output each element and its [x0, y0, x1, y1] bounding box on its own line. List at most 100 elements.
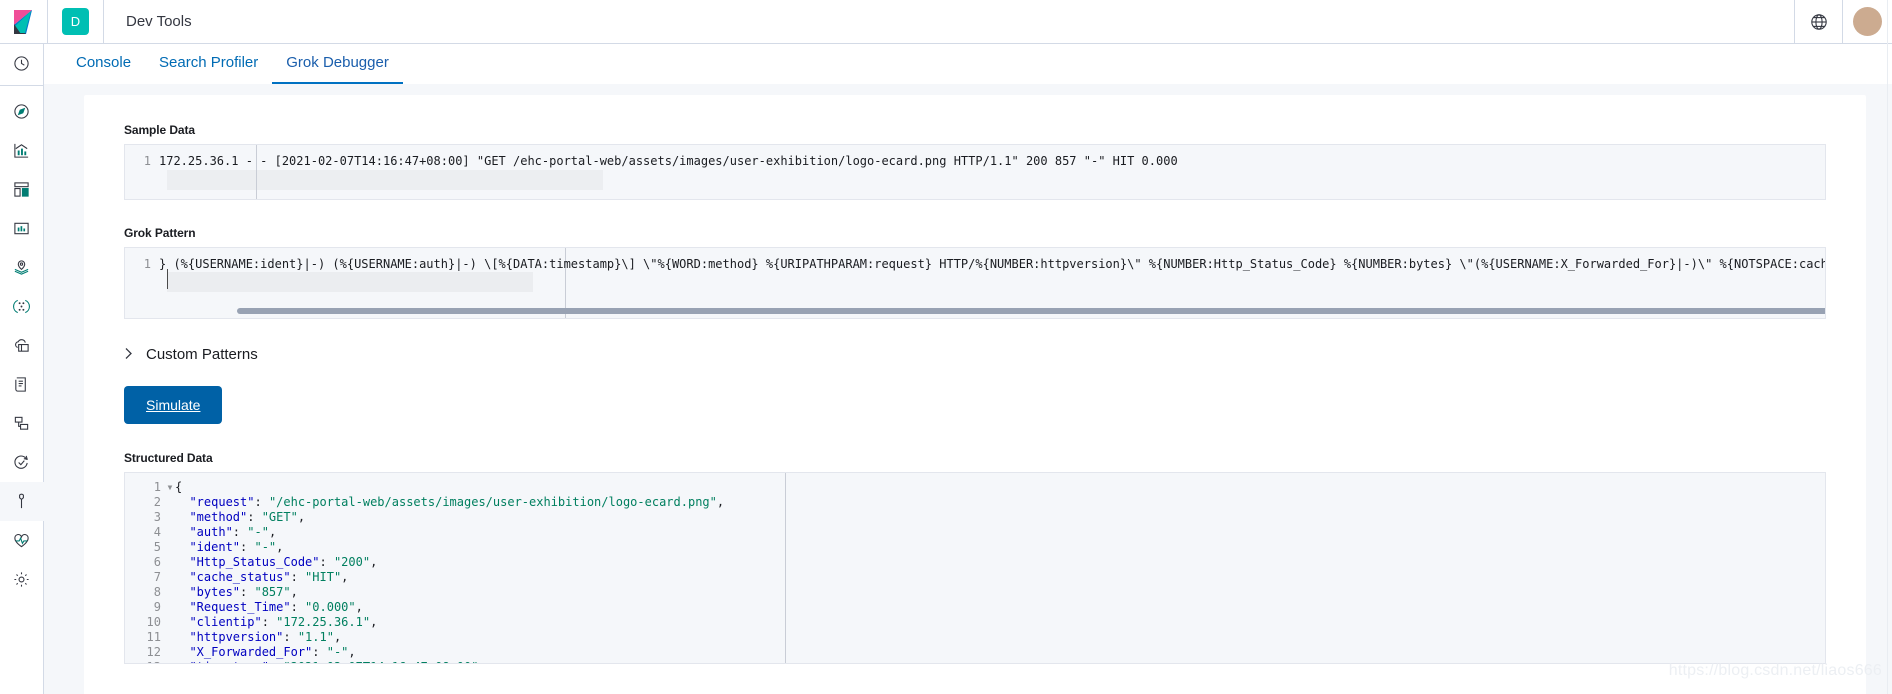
sidebar-item-monitoring[interactable]: [0, 521, 44, 560]
content-area: Sample Data 1 172.25.36.1 - - [2021-02-0…: [44, 84, 1892, 694]
code-token: :: [232, 525, 248, 539]
code-token: :: [261, 615, 277, 629]
sidebar-item-management[interactable]: [0, 560, 44, 599]
sidebar-item-infrastructure[interactable]: [0, 326, 44, 365]
sidebar-item-visualize[interactable]: [0, 131, 44, 170]
code-fold-icon: [165, 495, 175, 510]
app-badge-container[interactable]: D: [48, 0, 104, 43]
code-fold-icon: [165, 615, 175, 630]
grok-pattern-line-number: 1: [143, 257, 151, 271]
sidebar-item-recently-viewed[interactable]: [0, 44, 44, 83]
code-token: "GET": [261, 510, 298, 524]
tab-grok-debugger[interactable]: Grok Debugger: [272, 54, 403, 84]
code-fold-icon: [165, 585, 175, 600]
page-title: Dev Tools: [126, 13, 192, 30]
custom-patterns-label: Custom Patterns: [146, 346, 258, 363]
sidebar-item-discover[interactable]: [0, 92, 44, 131]
structured-data-line-number: 10: [146, 615, 161, 629]
grok-pattern-label: Grok Pattern: [124, 226, 196, 240]
sidebar-item-canvas[interactable]: [0, 209, 44, 248]
sidebar-item-machine-learning[interactable]: [0, 287, 44, 326]
code-token: "Request_Time": [175, 600, 291, 614]
grok-debugger-panel: Sample Data 1 172.25.36.1 - - [2021-02-0…: [84, 95, 1866, 694]
code-token: "clientip": [175, 615, 262, 629]
code-token: :: [240, 585, 255, 599]
simulate-button[interactable]: Simulate: [124, 386, 223, 424]
code-token: "200": [333, 555, 371, 569]
structured-data-line-number: 6: [153, 555, 161, 569]
grok-pattern-caret: [167, 269, 168, 289]
code-token: :: [254, 495, 269, 509]
code-token: "1.1": [297, 630, 334, 644]
structured-data-line-number: 13: [125, 660, 165, 663]
sidebar-item-dashboard[interactable]: [0, 170, 44, 209]
sample-data-label: Sample Data: [124, 123, 195, 137]
structured-data-line: 8 "bytes": "857",: [125, 585, 1825, 600]
structured-data-line-number: 5: [153, 540, 161, 554]
sample-data-active-line: [167, 170, 603, 190]
code-fold-icon: [165, 540, 175, 555]
code-token: "172.25.36.1": [276, 615, 371, 629]
code-token: ,: [716, 495, 725, 509]
app-badge: D: [62, 8, 89, 35]
structured-data-line: 10 "clientip": "172.25.36.1",: [125, 615, 1825, 630]
sidebar-item-apm[interactable]: [0, 404, 44, 443]
avatar: [1853, 7, 1882, 36]
structured-data-line: 7 "cache_status": "HIT",: [125, 570, 1825, 585]
grok-pattern-selection: [167, 272, 533, 292]
code-token: ,: [268, 525, 277, 539]
panel-inner: Sample Data 1 172.25.36.1 - - [2021-02-0…: [84, 95, 1866, 664]
structured-data-line-number: 11: [146, 630, 161, 644]
sidebar-item-maps[interactable]: [0, 248, 44, 287]
structured-data-line: 5 "ident": "-",: [125, 540, 1825, 555]
sidebar-item-logs[interactable]: [0, 365, 44, 404]
structured-data-line: 1 ▾{: [125, 480, 1825, 495]
avatar-container[interactable]: [1842, 0, 1892, 43]
code-fold-icon[interactable]: ▾: [165, 480, 175, 495]
globe-icon[interactable]: [1794, 0, 1842, 43]
kibana-logo-icon[interactable]: [0, 0, 48, 43]
sample-data-body: 1 172.25.36.1 - - [2021-02-07T14:16:47+0…: [125, 145, 1825, 169]
code-token: :: [283, 630, 298, 644]
sample-data-line: 1 172.25.36.1 - - [2021-02-07T14:16:47+0…: [125, 154, 1825, 169]
code-token: "ident": [175, 540, 241, 554]
code-token: "auth": [175, 525, 233, 539]
sidebar-item-dev-tools[interactable]: [0, 482, 44, 521]
grok-pattern-editor[interactable]: 1 } (%{USERNAME:ident}|-) (%{USERNAME:au…: [124, 247, 1826, 319]
code-token: :: [312, 645, 327, 659]
structured-data-label: Structured Data: [124, 451, 213, 465]
grok-pattern-line: 1 } (%{USERNAME:ident}|-) (%{USERNAME:au…: [125, 257, 1825, 272]
code-token: "-": [326, 645, 349, 659]
code-token: :: [240, 540, 255, 554]
code-token: "857": [254, 585, 291, 599]
structured-data-line-number: 4: [153, 525, 161, 539]
sample-data-editor[interactable]: 1 172.25.36.1 - - [2021-02-07T14:16:47+0…: [124, 144, 1826, 200]
rail-divider: [0, 85, 44, 86]
structured-data-line-number: 2: [153, 495, 161, 509]
code-token: "httpversion": [175, 630, 284, 644]
sample-data-line-number: 1: [143, 154, 151, 168]
tab-search-profiler[interactable]: Search Profiler: [145, 54, 272, 84]
structured-data-line-number: 12: [146, 645, 161, 659]
structured-data-editor[interactable]: 1 ▾{2 "request": "/ehc-portal-web/assets/…: [124, 472, 1826, 664]
code-token: ,: [370, 555, 378, 569]
structured-data-body: 1 ▾{2 "request": "/ehc-portal-web/assets/…: [125, 473, 1825, 663]
code-token: {: [175, 480, 183, 494]
custom-patterns-accordion[interactable]: Custom Patterns: [124, 346, 1826, 363]
grok-pattern-body: 1 } (%{USERNAME:ident}|-) (%{USERNAME:au…: [125, 248, 1825, 272]
structured-data-line-number: 8: [153, 585, 161, 599]
grok-pattern-value: } (%{USERNAME:ident}|-) (%{USERNAME:auth…: [159, 257, 1826, 271]
chevron-right-icon: [124, 347, 136, 362]
code-token: ,: [341, 570, 349, 584]
structured-data-line-number: 7: [153, 570, 161, 584]
structured-data-line: 3 "method": "GET",: [125, 510, 1825, 525]
sidebar-item-uptime[interactable]: [0, 443, 44, 482]
code-token: "bytes": [175, 585, 241, 599]
tab-console[interactable]: Console: [62, 54, 145, 84]
code-fold-icon: [165, 570, 175, 585]
grok-pattern-horizontal-scrollbar[interactable]: [237, 308, 1825, 314]
structured-data-line-number: 1: [153, 480, 161, 494]
code-token: "-": [254, 540, 277, 554]
top-header-bar: D Dev Tools: [0, 0, 1892, 44]
watermark-divider: [1887, 0, 1888, 694]
